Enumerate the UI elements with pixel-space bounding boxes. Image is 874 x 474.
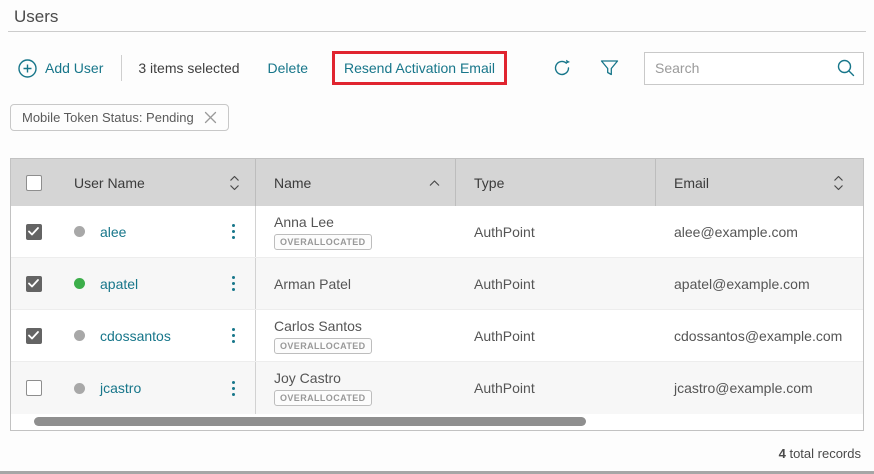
row-checkbox[interactable] [26, 380, 42, 396]
full-name: Anna Lee [274, 214, 372, 230]
row-checkbox[interactable] [26, 224, 42, 240]
column-header-username[interactable]: User Name [56, 159, 256, 206]
column-header-name[interactable]: Name [256, 159, 456, 206]
email-value: alee@example.com [674, 224, 798, 240]
status-dot [74, 383, 85, 394]
add-user-button[interactable]: Add User [18, 59, 103, 78]
username-link[interactable]: apatel [100, 276, 138, 292]
sort-both-icon[interactable] [832, 174, 845, 192]
full-name: Joy Castro [274, 370, 372, 386]
type-cell: AuthPoint [456, 206, 656, 257]
email-cell: jcastro@example.com [656, 362, 863, 414]
username-link[interactable]: alee [100, 224, 126, 240]
email-cell: apatel@example.com [656, 258, 863, 309]
username-cell: cdossantos [56, 310, 256, 361]
plus-circle-icon [18, 59, 37, 78]
row-select-cell [11, 362, 56, 414]
table-row: cdossantos Carlos Santos OVERALLOCATED A… [11, 310, 863, 362]
name-cell: Carlos Santos OVERALLOCATED [256, 310, 456, 361]
name-cell: Joy Castro OVERALLOCATED [256, 362, 456, 414]
column-header-email[interactable]: Email [656, 159, 863, 206]
selection-status: 3 items selected [138, 60, 239, 76]
header-select-cell [11, 159, 56, 206]
table-row: alee Anna Lee OVERALLOCATED AuthPoint al… [11, 206, 863, 258]
toolbar-divider [121, 55, 122, 81]
email-value: cdossantos@example.com [674, 328, 842, 344]
row-select-cell [11, 310, 56, 361]
type-cell: AuthPoint [456, 310, 656, 361]
full-name: Arman Patel [274, 276, 351, 292]
overallocated-badge: OVERALLOCATED [274, 234, 372, 250]
username-cell: alee [56, 206, 256, 257]
row-menu-kebab-icon[interactable] [228, 377, 239, 400]
toolbar-right [551, 52, 864, 85]
toolbar: Add User 3 items selected Delete Resend … [18, 50, 864, 86]
filter-chip: Mobile Token Status: Pending [10, 104, 229, 131]
filter-button[interactable] [599, 58, 620, 79]
total-records-label: total records [786, 446, 861, 461]
column-label: Email [674, 175, 709, 191]
column-label: User Name [74, 175, 145, 191]
overallocated-badge: OVERALLOCATED [274, 338, 372, 354]
username-link[interactable]: cdossantos [100, 328, 171, 344]
row-checkbox[interactable] [26, 276, 42, 292]
add-user-label: Add User [45, 60, 103, 76]
type-value: AuthPoint [474, 276, 535, 292]
filter-chip-label: Mobile Token Status: Pending [22, 110, 194, 125]
row-select-cell [11, 206, 56, 257]
name-cell: Arman Patel [256, 258, 456, 309]
sort-ascending-icon[interactable] [428, 179, 441, 187]
status-dot [74, 278, 85, 289]
title-divider [8, 31, 866, 32]
email-value: jcastro@example.com [674, 380, 813, 396]
column-label: Name [274, 175, 311, 191]
email-value: apatel@example.com [674, 276, 810, 292]
status-dot [74, 226, 85, 237]
page-title: Users [14, 7, 58, 27]
username-link[interactable]: jcastro [100, 380, 141, 396]
type-cell: AuthPoint [456, 258, 656, 309]
chip-close-button[interactable] [204, 111, 217, 124]
search-icon[interactable] [836, 58, 856, 78]
overallocated-badge: OVERALLOCATED [274, 390, 372, 406]
annotation-highlight-box: Resend Activation Email [332, 51, 507, 85]
resend-activation-email-button[interactable]: Resend Activation Email [344, 60, 495, 76]
search-input[interactable] [655, 60, 836, 76]
type-value: AuthPoint [474, 224, 535, 240]
column-header-type[interactable]: Type [456, 159, 656, 206]
name-cell: Anna Lee OVERALLOCATED [256, 206, 456, 257]
type-cell: AuthPoint [456, 362, 656, 414]
refresh-button[interactable] [551, 57, 573, 79]
total-records: 4 total records [779, 446, 861, 461]
search-box [644, 52, 864, 85]
type-value: AuthPoint [474, 328, 535, 344]
total-records-count: 4 [779, 446, 786, 461]
status-dot [74, 330, 85, 341]
row-menu-kebab-icon[interactable] [228, 324, 239, 347]
scrollbar-thumb[interactable] [34, 417, 586, 426]
table-row: jcastro Joy Castro OVERALLOCATED AuthPoi… [11, 362, 863, 414]
row-select-cell [11, 258, 56, 309]
email-cell: alee@example.com [656, 206, 863, 257]
users-table: User Name Name Type Email alee [10, 158, 864, 431]
email-cell: cdossantos@example.com [656, 310, 863, 361]
row-menu-kebab-icon[interactable] [228, 220, 239, 243]
table-header: User Name Name Type Email [11, 159, 863, 206]
horizontal-scrollbar [11, 414, 863, 430]
username-cell: jcastro [56, 362, 256, 414]
refresh-icon [551, 57, 573, 79]
type-value: AuthPoint [474, 380, 535, 396]
full-name: Carlos Santos [274, 318, 372, 334]
username-cell: apatel [56, 258, 256, 309]
row-menu-kebab-icon[interactable] [228, 272, 239, 295]
row-checkbox[interactable] [26, 328, 42, 344]
funnel-icon [599, 58, 620, 79]
select-all-checkbox[interactable] [26, 175, 42, 191]
table-row: apatel Arman Patel AuthPoint apatel@exam… [11, 258, 863, 310]
delete-button[interactable]: Delete [268, 60, 308, 76]
close-icon [204, 111, 217, 124]
sort-both-icon[interactable] [228, 174, 241, 192]
column-label: Type [474, 175, 504, 191]
